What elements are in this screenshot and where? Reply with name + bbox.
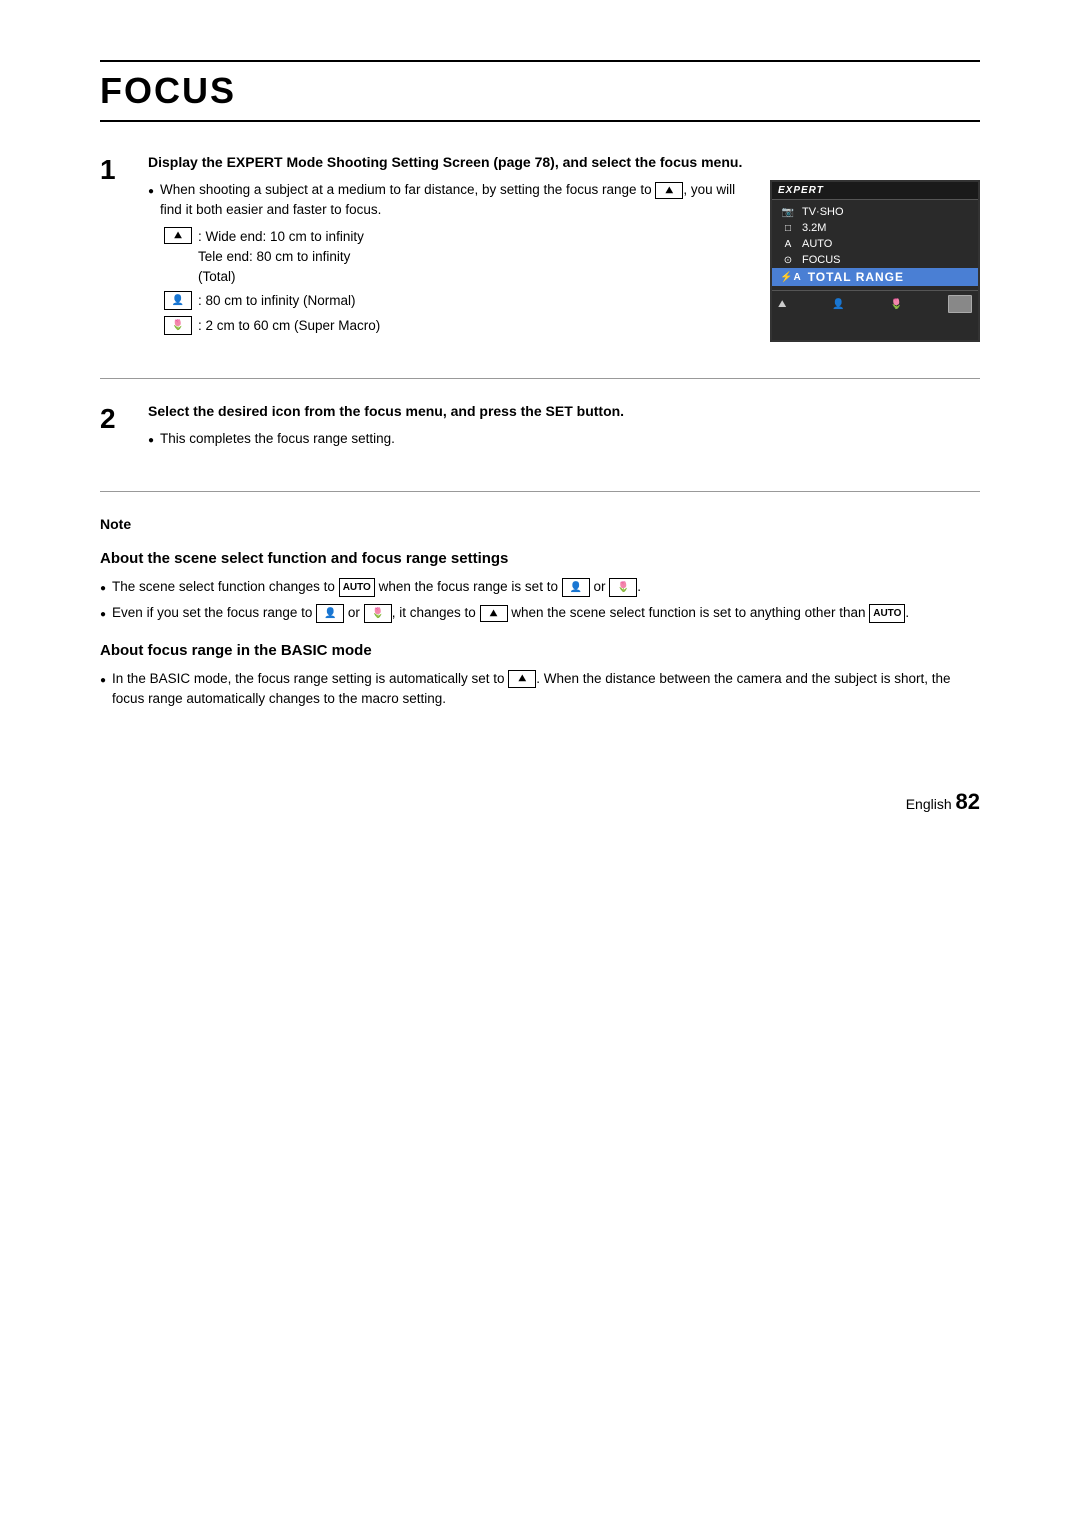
footer: English 82 — [100, 789, 980, 815]
step1-indent-1: ⛰ : Wide end: 10 cm to infinityTele end:… — [164, 227, 742, 288]
step2-section: 2 Select the desired icon from the focus… — [100, 403, 980, 492]
step2-number: 2 — [100, 405, 128, 433]
cam-focus-label: FOCUS — [802, 254, 841, 266]
focus-icon: ⊙ — [780, 255, 796, 266]
note-title: Note — [100, 516, 980, 532]
32m-icon: □ — [780, 223, 796, 234]
auto-icon: A — [780, 239, 796, 250]
flash-a-icon: ⚡A — [780, 272, 802, 283]
step1-text: When shooting a subject at a medium to f… — [148, 180, 742, 342]
cam-tvsho-label: TV·SHO — [802, 206, 844, 218]
footer-text: English — [906, 796, 952, 812]
step1-section: 1 Display the EXPERT Mode Shooting Setti… — [100, 154, 980, 379]
cam-footer-icon2: 👤 — [832, 299, 844, 310]
step2-bullet-1: This completes the focus range setting. — [148, 429, 980, 449]
cam-total-range-label: TOTAL RANGE — [808, 270, 904, 284]
camera-screen: expert 📷 TV·SHO □ 3.2M A AUTO — [770, 180, 980, 342]
step1-bullet-1: When shooting a subject at a medium to f… — [148, 180, 742, 221]
cam-footer-icon1: ⛰ — [778, 299, 786, 310]
page-title-section: FOCUS — [100, 60, 980, 122]
step2-content: Select the desired icon from the focus m… — [148, 403, 980, 455]
macro-badge-1: 🌷 — [609, 578, 637, 597]
normal-badge-1: 👤 — [562, 578, 590, 597]
step1-indent-list: ⛰ : Wide end: 10 cm to infinityTele end:… — [164, 227, 742, 336]
step1-indent-2: 👤 : 80 cm to infinity (Normal) — [164, 291, 742, 311]
total-icon: ⛰ — [164, 227, 192, 245]
macro-icon: 🌷 — [164, 316, 192, 335]
cam-header: expert — [772, 182, 978, 200]
note-s2-bullet-1: In the BASIC mode, the focus range setti… — [100, 669, 980, 710]
step1-bullet-list: When shooting a subject at a medium to f… — [148, 180, 742, 221]
auto-badge-2: AUTO — [869, 604, 905, 623]
cam-footer-icon3: 🌷 — [890, 299, 902, 310]
cam-row-auto: A AUTO — [772, 236, 978, 252]
step2-header: 2 Select the desired icon from the focus… — [100, 403, 980, 455]
normal-badge-2: 👤 — [316, 604, 344, 623]
note-s1-bullet-2: Even if you set the focus range to 👤 or … — [100, 603, 980, 623]
note-subsection1-bullets: The scene select function changes to AUT… — [100, 577, 980, 624]
step1-body: When shooting a subject at a medium to f… — [148, 180, 980, 342]
note-subsection2-bullets: In the BASIC mode, the focus range setti… — [100, 669, 980, 710]
page-number: 82 — [956, 789, 980, 814]
page-title: FOCUS — [100, 70, 980, 112]
cam-footer: ⛰ 👤 🌷 — [772, 290, 978, 317]
cam-32m-label: 3.2M — [802, 222, 826, 234]
cam-row-total-range: ⚡A TOTAL RANGE — [772, 268, 978, 286]
landscape-badge-1: ⛰ — [480, 605, 508, 623]
step1-content: Display the EXPERT Mode Shooting Setting… — [148, 154, 980, 342]
cam-body: 📷 TV·SHO □ 3.2M A AUTO ⊙ — [772, 200, 978, 290]
cam-row-32m: □ 3.2M — [772, 220, 978, 236]
step2-bullet-list: This completes the focus range setting. — [148, 429, 980, 449]
cam-auto-label: AUTO — [802, 238, 832, 250]
note-subsection1-title: About the scene select function and focu… — [100, 550, 980, 567]
cam-row-focus: ⊙ FOCUS — [772, 252, 978, 268]
step1-indent-3: 🌷 : 2 cm to 60 cm (Super Macro) — [164, 316, 742, 336]
note-s1-bullet-1: The scene select function changes to AUT… — [100, 577, 980, 597]
cam-row-tvsho: 📷 TV·SHO — [772, 204, 978, 220]
step1-number: 1 — [100, 156, 128, 184]
step1-header: 1 Display the EXPERT Mode Shooting Setti… — [100, 154, 980, 342]
auto-badge-1: AUTO — [339, 578, 375, 597]
macro-badge-2: 🌷 — [364, 604, 392, 623]
note-section: Note About the scene select function and… — [100, 516, 980, 709]
landscape-icon-inline: ⛰ — [655, 182, 683, 200]
landscape-badge-2: ⛰ — [508, 670, 536, 688]
step1-title: Display the EXPERT Mode Shooting Setting… — [148, 154, 980, 170]
tvsho-icon: 📷 — [780, 207, 796, 218]
normal-icon: 👤 — [164, 291, 192, 310]
step2-title: Select the desired icon from the focus m… — [148, 403, 980, 419]
cam-thumbnail — [948, 295, 972, 313]
note-subsection2-title: About focus range in the BASIC mode — [100, 642, 980, 659]
